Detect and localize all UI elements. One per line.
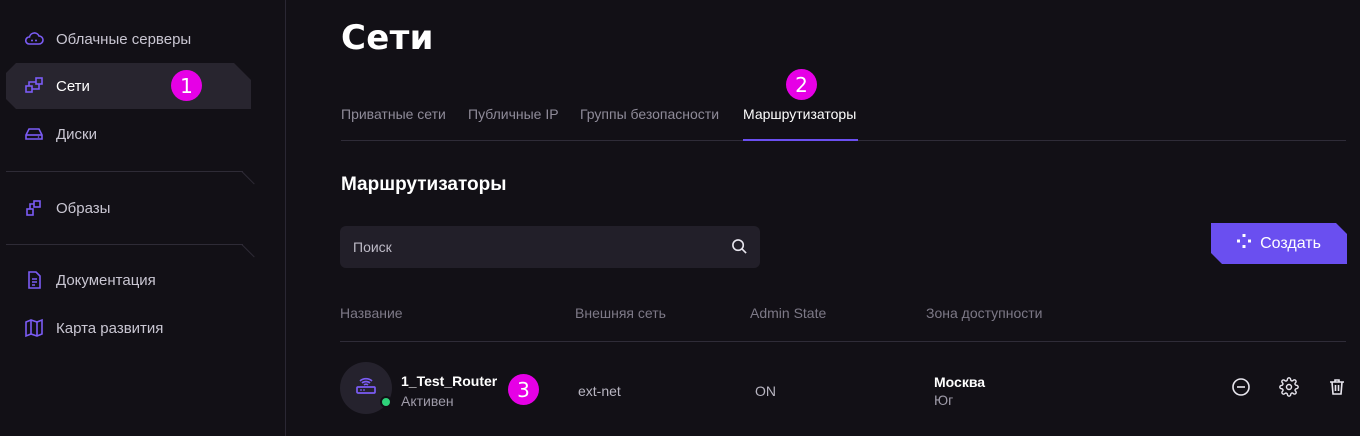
sidebar-item-images[interactable]: Образы — [6, 185, 251, 231]
annotation-badge: 1 — [171, 70, 202, 101]
annotation-badge: 2 — [786, 69, 817, 100]
sidebar-item-label: Диски — [56, 125, 97, 143]
column-header-admin-state[interactable]: Admin State — [750, 305, 826, 321]
sidebar-divider — [6, 171, 256, 185]
column-header-availability-zone[interactable]: Зона доступности — [926, 305, 1043, 321]
tab-public-ip[interactable]: Публичные IP — [468, 106, 559, 141]
sidebar-item-networks[interactable]: Сети — [6, 63, 251, 109]
page-title: Сети — [341, 18, 434, 58]
search-input[interactable] — [353, 239, 713, 255]
document-icon — [24, 270, 44, 290]
images-icon — [24, 198, 44, 218]
router-zone: Москва — [934, 374, 986, 390]
table-header: Название Внешняя сеть Admin State Зона д… — [340, 296, 1346, 342]
sidebar-divider — [6, 244, 256, 258]
sidebar-item-documentation[interactable]: Документация — [6, 257, 251, 303]
router-icon — [355, 375, 377, 402]
sidebar-item-label: Образы — [56, 199, 111, 217]
plus-sparkle-icon — [1237, 234, 1252, 253]
disk-icon — [24, 124, 44, 144]
map-icon — [24, 318, 44, 338]
tab-security-groups[interactable]: Группы безопасности — [580, 106, 719, 141]
delete-button[interactable] — [1326, 378, 1348, 400]
sidebar-item-disks[interactable]: Диски — [6, 111, 251, 157]
router-zone-sub: Юг — [934, 392, 954, 408]
search-icon[interactable] — [731, 238, 748, 260]
table-row[interactable]: 1_Test_Router Активен ext-net ON Москва … — [340, 360, 1346, 416]
column-header-external-network[interactable]: Внешняя сеть — [575, 305, 666, 321]
sidebar: Облачные серверы Сети Диски Образы Докум… — [0, 0, 286, 436]
create-button-label: Создать — [1260, 234, 1321, 252]
gear-icon — [1279, 376, 1299, 402]
tabs-bar: Приватные сети Публичные IP Группы безоп… — [341, 100, 1346, 141]
tab-private-networks[interactable]: Приватные сети — [341, 106, 446, 141]
sidebar-item-label: Карта развития — [56, 319, 164, 337]
router-status: Активен — [401, 393, 454, 409]
sidebar-item-roadmap[interactable]: Карта развития — [6, 305, 251, 351]
create-router-button[interactable]: Создать — [1211, 223, 1347, 264]
sidebar-item-label: Облачные серверы — [56, 30, 192, 48]
settings-button[interactable] — [1278, 376, 1300, 402]
sidebar-item-cloud-servers[interactable]: Облачные серверы — [6, 16, 251, 62]
sidebar-item-label: Сети — [56, 77, 90, 95]
search-box — [340, 226, 760, 268]
tab-routers[interactable]: Маршрутизаторы — [743, 106, 858, 141]
router-admin-state: ON — [755, 383, 776, 399]
disable-button[interactable] — [1230, 377, 1252, 402]
router-external-network: ext-net — [578, 383, 621, 399]
section-title: Маршрутизаторы — [341, 174, 507, 195]
column-header-name[interactable]: Название — [340, 305, 403, 321]
status-indicator — [380, 396, 392, 408]
cloud-server-icon — [24, 29, 44, 49]
network-icon — [24, 76, 44, 96]
trash-icon — [1327, 377, 1347, 402]
disable-icon — [1231, 377, 1251, 402]
router-name[interactable]: 1_Test_Router — [401, 373, 497, 389]
sidebar-item-label: Документация — [56, 271, 156, 289]
